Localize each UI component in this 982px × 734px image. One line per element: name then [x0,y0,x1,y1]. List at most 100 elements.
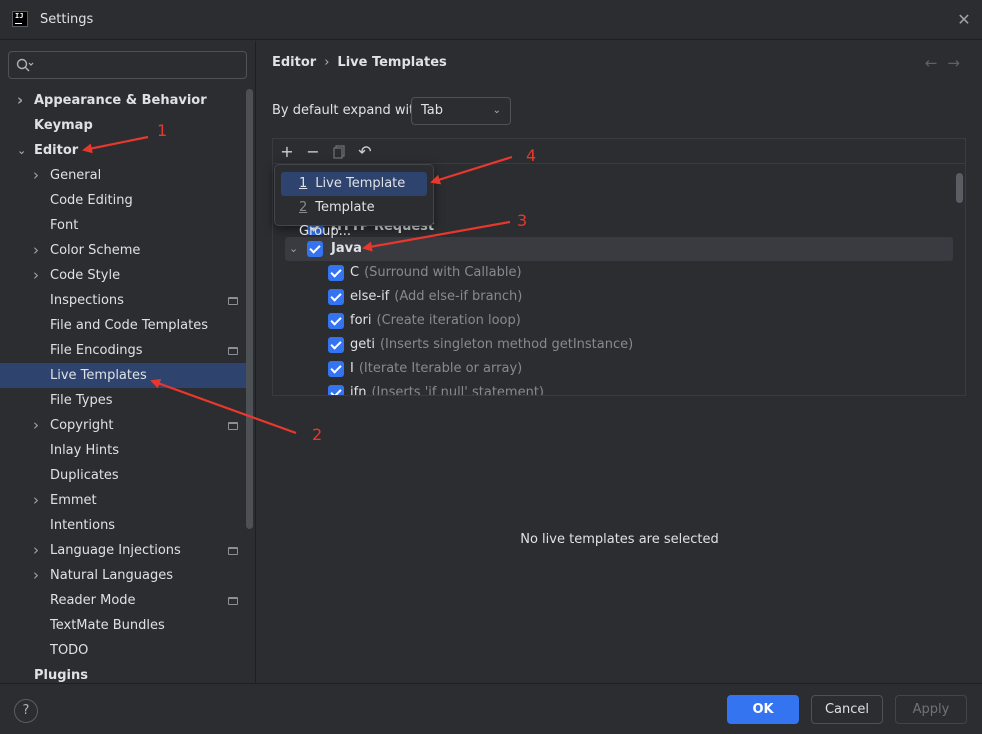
expand-with-select[interactable]: Tab ⌄ [411,97,511,125]
chevron-down-icon[interactable]: ⌄ [17,138,29,163]
sidebar-item-appearance-behavior[interactable]: › Appearance & Behavior [0,88,246,113]
chevron-right-icon[interactable]: › [33,563,45,588]
template-description: (Iterate Iterable or array) [358,361,523,376]
sidebar-item-label: Copyright [50,418,114,433]
template-row[interactable]: C (Surround with Callable) [273,261,941,285]
expand-with-value: Tab [421,103,444,118]
template-row[interactable]: geti (Inserts singleton method getInstanc… [273,333,941,357]
sidebar-item-inspections[interactable]: Inspections [0,288,246,313]
template-checkbox[interactable] [328,385,344,395]
sidebar-item-font[interactable]: Font [0,213,246,238]
search-icon [16,58,34,72]
sidebar-item-language-injections[interactable]: › Language Injections [0,538,246,563]
chevron-right-icon[interactable]: › [17,88,29,113]
sidebar-item-emmet[interactable]: › Emmet [0,488,246,513]
sidebar-item-duplicates[interactable]: Duplicates [0,463,246,488]
help-button[interactable]: ? [14,699,38,723]
close-icon[interactable]: ✕ [954,10,974,30]
sidebar-item-intentions[interactable]: Intentions [0,513,246,538]
template-checkbox[interactable] [328,289,344,305]
sidebar-item-keymap[interactable]: Keymap [0,113,246,138]
sidebar-item-file-and-code-templates[interactable]: File and Code Templates [0,313,246,338]
template-checkbox[interactable] [328,265,344,281]
menu-item-template-group[interactable]: 2 Template Group... [281,196,427,239]
sidebar-item-label: Duplicates [50,468,119,483]
annotation-number-3: 3 [517,211,528,230]
template-row[interactable]: else-if (Add else-if branch) [273,285,941,309]
sidebar-item-label: File and Code Templates [50,318,208,333]
sidebar-item-inlay-hints[interactable]: Inlay Hints [0,438,246,463]
chevron-right-icon[interactable]: › [33,163,45,188]
breadcrumb: Editor › Live Templates [272,55,447,70]
breadcrumb-current: Live Templates [337,55,447,70]
sidebar-item-label: Live Templates [50,368,147,383]
chevron-right-icon[interactable]: › [33,263,45,288]
ok-button[interactable]: OK [727,695,799,724]
sidebar-scrollbar[interactable] [246,89,253,529]
mnemonic: 2 [299,200,308,215]
chevron-down-icon: ⌄ [289,242,299,255]
back-arrow-icon[interactable]: ← [925,54,948,72]
settings-tree: › Appearance & Behavior Keymap ⌄ Editor › Gene… [0,88,246,683]
sidebar-item-todo[interactable]: TODO [0,638,246,663]
sidebar-item-label: Reader Mode [50,593,136,608]
group-row-java[interactable]: ⌄ Java [285,237,953,261]
sidebar-item-label: Font [50,218,79,233]
template-description: (Surround with Callable) [364,265,522,280]
sidebar-item-color-scheme[interactable]: › Color Scheme [0,238,246,263]
sidebar-item-code-style[interactable]: › Code Style [0,263,246,288]
template-checkbox[interactable] [328,337,344,353]
template-row[interactable]: fori (Create iteration loop) [273,309,941,333]
cancel-button[interactable]: Cancel [811,695,883,724]
copy-button[interactable] [329,142,349,162]
templates-scrollbar[interactable] [956,173,963,203]
template-checkbox[interactable] [328,361,344,377]
template-text: geti (Inserts singleton method getInstanc… [350,333,633,357]
dialog-footer: ? OK Cancel Apply [0,683,982,734]
template-text: I (Iterate Iterable or array) [350,357,522,381]
remove-button[interactable]: − [303,142,323,162]
chevron-right-icon[interactable]: › [33,488,45,513]
template-checkbox[interactable] [328,313,344,329]
project-scope-icon [228,597,238,605]
template-row[interactable]: ifn (Inserts 'if null' statement) [273,381,941,395]
apply-button[interactable]: Apply [895,695,967,724]
sidebar-item-editor[interactable]: ⌄ Editor [0,138,246,163]
mnemonic: 1 [299,176,308,191]
main-panel: Editor › Live Templates ←→ By default expa… [257,41,982,683]
add-button[interactable]: + [277,142,297,162]
sidebar-item-label: Keymap [34,118,93,133]
chevron-right-icon[interactable]: › [33,538,45,563]
templates-toolbar: + − ↶ [273,139,965,164]
sidebar-item-live-templates[interactable]: Live Templates [0,363,246,388]
sidebar-item-reader-mode[interactable]: Reader Mode [0,588,246,613]
chevron-right-icon[interactable]: › [33,238,45,263]
template-text: else-if (Add else-if branch) [350,285,522,309]
menu-item-live-template[interactable]: 1 Live Template [281,172,427,196]
sidebar-item-file-encodings[interactable]: File Encodings [0,338,246,363]
template-abbreviation: ifn [350,385,367,395]
forward-arrow-icon[interactable]: → [947,54,970,72]
sidebar-item-label: Code Style [50,268,121,283]
restore-defaults-button[interactable]: ↶ [355,142,375,162]
sidebar-item-label: Emmet [50,493,97,508]
sidebar-item-copyright[interactable]: › Copyright [0,413,246,438]
template-row[interactable]: I (Iterate Iterable or array) [273,357,941,381]
project-scope-icon [228,297,238,305]
chevron-right-icon[interactable]: › [33,413,45,438]
expand-with-label: By default expand with [272,103,423,118]
template-description: (Add else-if branch) [394,289,523,304]
sidebar-item-plugins[interactable]: Plugins [0,663,246,683]
sidebar-item-natural-languages[interactable]: › Natural Languages [0,563,246,588]
sidebar-item-code-editing[interactable]: Code Editing [0,188,246,213]
sidebar-item-label: TODO [50,643,89,658]
sidebar-item-general[interactable]: › General [0,163,246,188]
add-popup-menu: 1 Live Template 2 Template Group... [274,164,434,239]
settings-search-input[interactable] [8,51,247,79]
sidebar-item-label: Appearance & Behavior [34,93,207,108]
sidebar-item-textmate-bundles[interactable]: TextMate Bundles [0,613,246,638]
sidebar-item-file-types[interactable]: File Types [0,388,246,413]
template-text: C (Surround with Callable) [350,261,522,285]
annotation-number-2: 2 [312,425,323,444]
breadcrumb-parent[interactable]: Editor [272,55,316,70]
